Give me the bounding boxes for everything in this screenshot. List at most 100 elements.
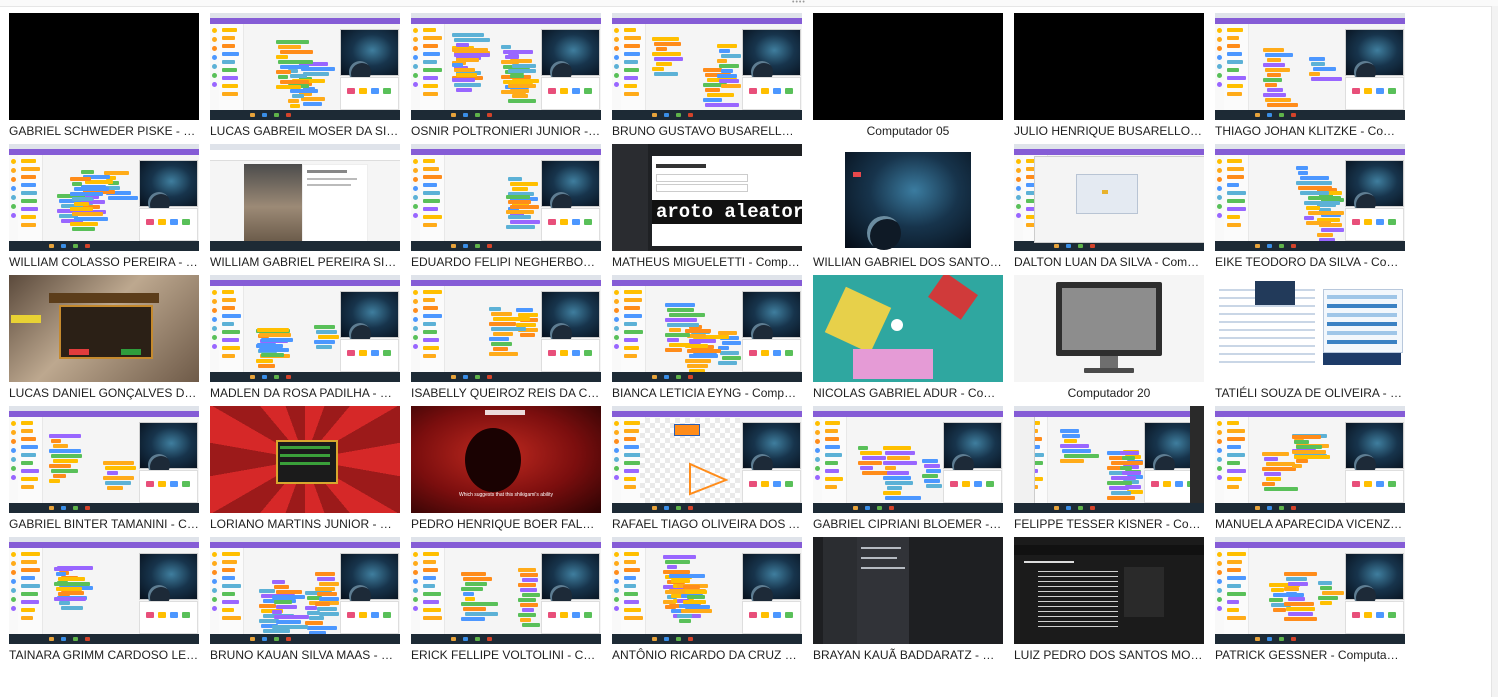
computer-tile[interactable]: OSNIR POLTRONIERI JUNIOR - Computador 03	[411, 13, 601, 141]
computer-label: BIANCA LETICIA EYNG - Computador 18	[612, 386, 802, 400]
screen-thumbnail[interactable]	[1215, 275, 1405, 382]
computer-tile[interactable]: WILLIAM COLASSO PEREIRA - Computador 08	[9, 144, 199, 272]
screen-thumbnail[interactable]	[612, 13, 802, 120]
screen-thumbnail[interactable]	[9, 406, 199, 513]
computer-label: JULIO HENRIQUE BUSARELLO - Computador 06	[1014, 124, 1204, 138]
computer-label: DALTON LUAN DA SILVA - Computador 13	[1014, 255, 1204, 269]
computer-tile[interactable]: LORIANO MARTINS JUNIOR - Computador 23	[210, 406, 400, 534]
computer-tile[interactable]: TAINARA GRIMM CARDOSO LEAL - Computador …	[9, 537, 199, 665]
screen-thumbnail[interactable]: Which suggests that this shikigami's abi…	[411, 406, 601, 513]
overlay-text: aroto aleatori	[656, 201, 802, 223]
screen-thumbnail[interactable]	[1215, 13, 1405, 120]
screen-thumbnail[interactable]	[1014, 13, 1204, 120]
screen-thumbnail[interactable]	[210, 13, 400, 120]
computer-label: BRAYAN KAUÃ BADDARATZ - Computador 33	[813, 648, 1003, 662]
computer-label: OSNIR POLTRONIERI JUNIOR - Computador 03	[411, 124, 601, 138]
screen-thumbnail[interactable]	[210, 275, 400, 382]
computer-label: WILLIAM COLASSO PEREIRA - Computador 08	[9, 255, 199, 269]
computer-tile[interactable]: GABRIEL SCHWEDER PISKE - Computador 01	[9, 13, 199, 141]
computer-tile[interactable]: MANUELA APARECIDA VICENZI - Computador 2…	[1215, 406, 1405, 534]
computer-tile[interactable]: EDUARDO FELIPI NEGHERBON - Computador 10	[411, 144, 601, 272]
computer-tile[interactable]: THIAGO JOHAN KLITZKE - Computador 07	[1215, 13, 1405, 141]
computer-tile[interactable]: GABRIEL CIPRIANI BLOEMER - Computador 26	[813, 406, 1003, 534]
computer-tile[interactable]: BIANCA LETICIA EYNG - Computador 18	[612, 275, 802, 403]
screen-thumbnail[interactable]	[210, 537, 400, 644]
computer-tile[interactable]: LUCAS GABREIL MOSER DA SILVA - Computado…	[210, 13, 400, 141]
screen-thumbnail[interactable]	[813, 406, 1003, 513]
screen-thumbnail[interactable]	[9, 537, 199, 644]
computer-label: RAFAEL TIAGO OLIVEIRA DOS ANJOS - Comput…	[612, 517, 802, 531]
video-subtitle: Which suggests that this shikigami's abi…	[458, 492, 554, 498]
computer-label: LORIANO MARTINS JUNIOR - Computador 23	[210, 517, 400, 531]
computer-label: TAINARA GRIMM CARDOSO LEAL - Computador …	[9, 648, 199, 662]
computer-label: TATIÉLI SOUZA DE OLIVEIRA - Computador 2…	[1215, 386, 1405, 400]
screen-thumbnail[interactable]	[210, 406, 400, 513]
computer-tile[interactable]: GABRIEL BINTER TAMANINI - Computador 22	[9, 406, 199, 534]
computer-tile[interactable]: ERICK FELLIPE VOLTOLINI - Computador 31	[411, 537, 601, 665]
computer-tile[interactable]: JULIO HENRIQUE BUSARELLO - Computador 06	[1014, 13, 1204, 141]
computer-tile[interactable]: Computador 20	[1014, 275, 1204, 403]
computer-tile[interactable]: MADLEN DA ROSA PADILHA - Computador 16	[210, 275, 400, 403]
screen-thumbnail[interactable]	[612, 406, 802, 513]
computer-label: PEDRO HENRIQUE BOER FALEIRO - Computador…	[411, 517, 601, 531]
computer-label: GABRIEL SCHWEDER PISKE - Computador 01	[9, 124, 199, 138]
screen-thumbnail[interactable]	[813, 13, 1003, 120]
computer-tile[interactable]: BRUNO KAUAN SILVA MAAS - Computador 30	[210, 537, 400, 665]
computer-label: MATHEUS MIGUELETTI - Computador 11	[612, 255, 802, 269]
computer-tile[interactable]: Which suggests that this shikigami's abi…	[411, 406, 601, 534]
computer-tile[interactable]: BRAYAN KAUÃ BADDARATZ - Computador 33	[813, 537, 1003, 665]
screen-thumbnail[interactable]	[612, 537, 802, 644]
screen-thumbnail[interactable]	[1014, 144, 1204, 251]
computer-tile[interactable]: RAFAEL TIAGO OLIVEIRA DOS ANJOS - Comput…	[612, 406, 802, 534]
computer-tile[interactable]: WILLIAM GABRIEL PEREIRA SILVA - Computad…	[210, 144, 400, 272]
computer-tile[interactable]: TATIÉLI SOUZA DE OLIVEIRA - Computador 2…	[1215, 275, 1405, 403]
computer-tile[interactable]: LUIZ PEDRO DOS SANTOS MONTEIRO - Computa…	[1014, 537, 1204, 665]
computer-tile[interactable]: WILLIAN GABRIEL DOS SANTOS - Computador …	[813, 144, 1003, 272]
screen-thumbnail[interactable]: aroto aleatori	[612, 144, 802, 251]
screen-thumbnail[interactable]	[612, 275, 802, 382]
screen-thumbnail[interactable]	[411, 144, 601, 251]
screen-thumbnail[interactable]	[9, 144, 199, 251]
scrollbar[interactable]	[1491, 6, 1498, 697]
computer-label: MANUELA APARECIDA VICENZI - Computador 2…	[1215, 517, 1405, 531]
computer-tile[interactable]: LUCAS DANIEL GONÇALVES DA COSTA - Comput…	[9, 275, 199, 403]
computer-label: EDUARDO FELIPI NEGHERBON - Computador 10	[411, 255, 601, 269]
computer-label: WILLIAN GABRIEL DOS SANTOS - Computador …	[813, 255, 1003, 269]
monitor-icon[interactable]	[1014, 275, 1204, 382]
computer-label: ISABELLY QUEIROZ REIS DA COSTA - Computa…	[411, 386, 601, 400]
screen-thumbnail[interactable]	[411, 537, 601, 644]
computer-tile[interactable]: PATRICK GESSNER - Computador 35	[1215, 537, 1405, 665]
computer-label: THIAGO JOHAN KLITZKE - Computador 07	[1215, 124, 1405, 138]
screen-thumbnail[interactable]	[9, 13, 199, 120]
computer-label: LUIZ PEDRO DOS SANTOS MONTEIRO - Computa…	[1014, 648, 1204, 662]
drag-handle-icon[interactable]: ••••	[792, 0, 806, 6]
computer-tile[interactable]: Computador 05	[813, 13, 1003, 141]
computer-tile[interactable]: aroto aleatori MATHEUS MIGUELETTI - Compu…	[612, 144, 802, 272]
thumbnail-grid: GABRIEL SCHWEDER PISKE - Computador 01 LU…	[9, 13, 1405, 665]
computer-label: WILLIAM GABRIEL PEREIRA SILVA - Computad…	[210, 255, 400, 269]
screen-thumbnail[interactable]	[1014, 537, 1204, 644]
computer-tile[interactable]: DALTON LUAN DA SILVA - Computador 13	[1014, 144, 1204, 272]
screen-thumbnail[interactable]	[1215, 537, 1405, 644]
computer-tile[interactable]: EIKE TEODORO DA SILVA - Computador 14	[1215, 144, 1405, 272]
screen-thumbnail[interactable]	[813, 275, 1003, 382]
screen-thumbnail[interactable]	[411, 13, 601, 120]
screen-thumbnail[interactable]	[813, 144, 1003, 251]
computer-tile[interactable]: NICOLAS GABRIEL ADUR - Computador 19	[813, 275, 1003, 403]
computer-tile[interactable]: BRUNO GUSTAVO BUSARELLO - Computador 04	[612, 13, 802, 141]
screen-thumbnail[interactable]	[1014, 406, 1204, 513]
screen-thumbnail[interactable]	[1215, 406, 1405, 513]
screen-thumbnail[interactable]	[9, 275, 199, 382]
screen-thumbnail[interactable]	[813, 537, 1003, 644]
screen-thumbnail[interactable]	[1215, 144, 1405, 251]
computer-label: EIKE TEODORO DA SILVA - Computador 14	[1215, 255, 1405, 269]
screen-thumbnail[interactable]	[210, 144, 400, 251]
computer-label: LUCAS GABREIL MOSER DA SILVA - Computado…	[210, 124, 400, 138]
computer-label: ERICK FELLIPE VOLTOLINI - Computador 31	[411, 648, 601, 662]
computer-tile[interactable]: FELIPPE TESSER KISNER - Computador 27	[1014, 406, 1204, 534]
screen-thumbnail[interactable]	[411, 275, 601, 382]
computer-label: GABRIEL BINTER TAMANINI - Computador 22	[9, 517, 199, 531]
computer-tile[interactable]: ANTÔNIO RICARDO DA CRUZ NETO - Computado…	[612, 537, 802, 665]
computer-tile[interactable]: ISABELLY QUEIROZ REIS DA COSTA - Computa…	[411, 275, 601, 403]
computer-label: GABRIEL CIPRIANI BLOEMER - Computador 26	[813, 517, 1003, 531]
